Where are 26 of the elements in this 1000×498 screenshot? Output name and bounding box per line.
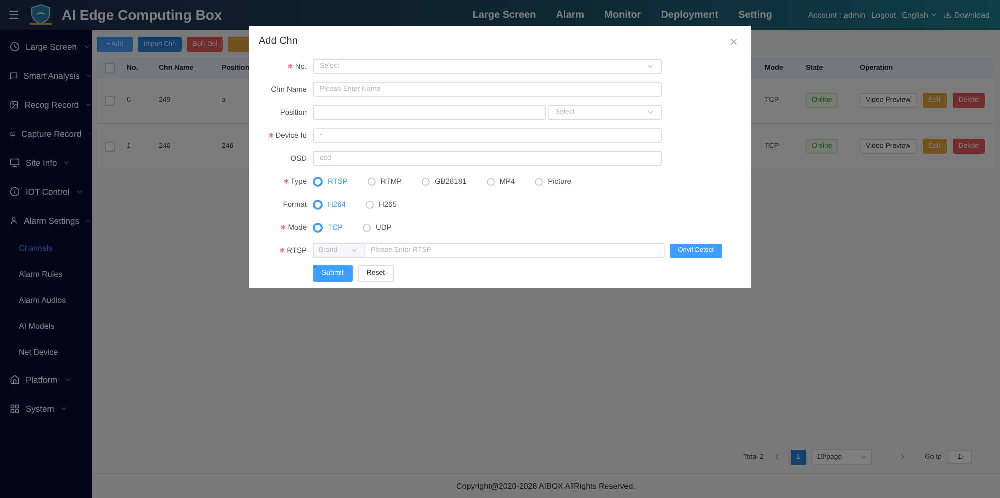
sidebar-item[interactable]: Smart Analysis	[0, 61, 92, 90]
sidebar-subitem[interactable]: Alarm Rules	[0, 261, 92, 287]
language-select[interactable]: English	[902, 10, 938, 20]
nav-link[interactable]: Monitor	[604, 10, 642, 20]
copyright-text: Copyright@2020-2028 AIBOX AllRights Reserved.	[456, 480, 636, 493]
dialog-title: Add Chn	[259, 36, 298, 47]
sidebar-item[interactable]: Site Info	[0, 148, 92, 177]
account-label: Account : admin	[808, 10, 866, 20]
nav-link[interactable]: Alarm	[556, 10, 585, 20]
sidebar-item[interactable]: Platform	[0, 365, 92, 394]
download-link[interactable]: Download	[944, 10, 990, 20]
sidebar-subitem[interactable]: Alarm Audios	[0, 287, 92, 313]
nav-link[interactable]: Deployment	[661, 10, 718, 20]
sidebar-item[interactable]: Alarm Settings	[0, 206, 92, 235]
app-title: AI Edge Computing Box	[62, 7, 222, 23]
sidebar-item[interactable]: Large Screen	[0, 32, 92, 61]
sidebar-item[interactable]: Capture Record	[0, 119, 92, 148]
nav-link[interactable]: Large Screen	[472, 10, 536, 20]
sidebar-subitem[interactable]: Channels	[0, 235, 92, 261]
sidebar-item[interactable]: IOT Control	[0, 177, 92, 206]
sidebar-subitem[interactable]: AI Models	[0, 313, 92, 339]
logout-link[interactable]: Logout	[872, 10, 896, 20]
sidebar-item[interactable]: Recog Record	[0, 90, 92, 119]
sidebar-item[interactable]: System	[0, 394, 92, 423]
sidebar-subitem[interactable]: Net Device	[0, 339, 92, 365]
nav-link[interactable]: Setting	[738, 10, 772, 20]
